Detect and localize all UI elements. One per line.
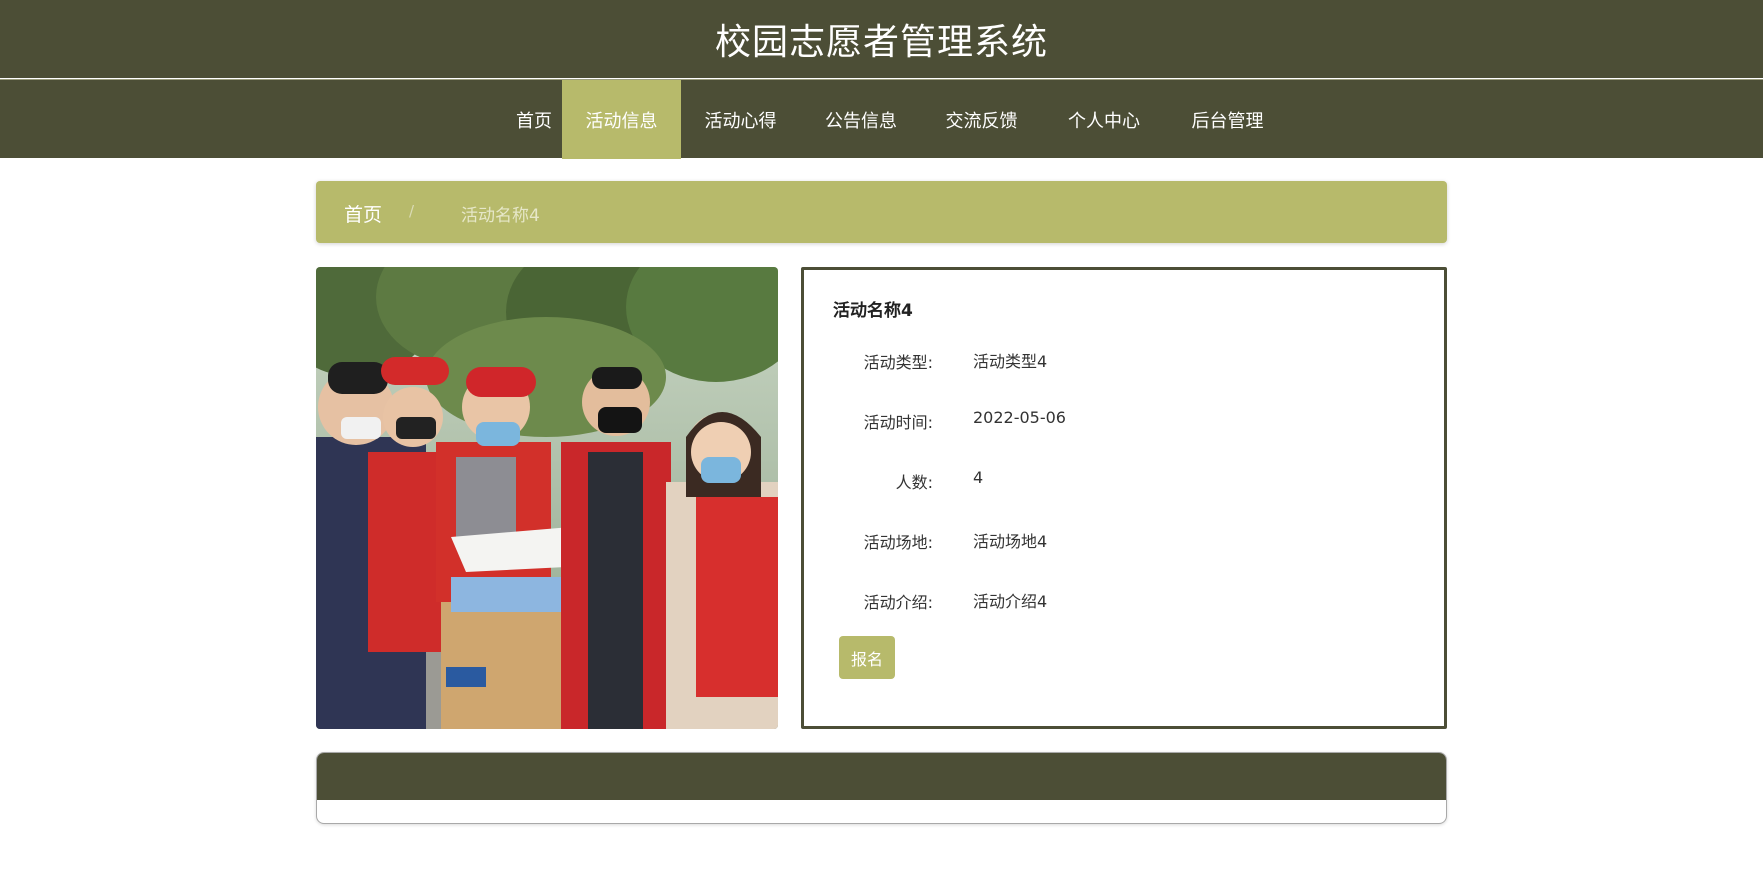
site-title: 校园志愿者管理系统 [714,22,1048,63]
headcount-label: 人数: [895,473,933,492]
content-panel [316,752,1447,824]
activity-venue-value: 活动场地4 [973,532,1048,551]
activity-photo [316,267,778,729]
signup-button[interactable]: 报名 [839,636,895,679]
activity-intro-value: 活动介绍4 [973,592,1048,611]
nav-item-profile[interactable]: 个人中心 [1041,80,1167,159]
nav-item-activity-info[interactable]: 活动信息 [562,80,681,159]
nav-item-feedback[interactable]: 交流反馈 [922,80,1041,159]
activity-name: 活动名称4 [833,301,913,321]
activity-type-label: 活动类型: [863,353,933,372]
breadcrumb-separator: / [409,202,415,220]
activity-intro-label: 活动介绍: [863,593,933,612]
nav-item-activity-reflections[interactable]: 活动心得 [681,80,800,159]
activity-type-value: 活动类型4 [973,352,1048,371]
activity-detail-panel: 活动名称4 活动类型: 活动类型4 活动时间: 2022-05-06 人数: 4… [801,267,1447,729]
volunteers-photo-image [316,267,778,729]
activity-time-label: 活动时间: [863,413,933,432]
main-nav: 首页 活动信息 活动心得 公告信息 交流反馈 个人中心 后台管理 [0,79,1763,159]
breadcrumb-current: 活动名称4 [461,206,540,226]
activity-time-value: 2022-05-06 [973,408,1066,427]
activity-venue-label: 活动场地: [863,533,933,552]
site-header: 校园志愿者管理系统 [0,0,1763,78]
nav-item-announcements[interactable]: 公告信息 [800,80,922,159]
headcount-value: 4 [973,468,984,487]
content-panel-header [317,753,1446,800]
breadcrumb-home-link[interactable]: 首页 [344,200,382,227]
breadcrumb: 首页 / 活动名称4 [316,181,1447,243]
nav-item-admin[interactable]: 后台管理 [1167,80,1288,159]
